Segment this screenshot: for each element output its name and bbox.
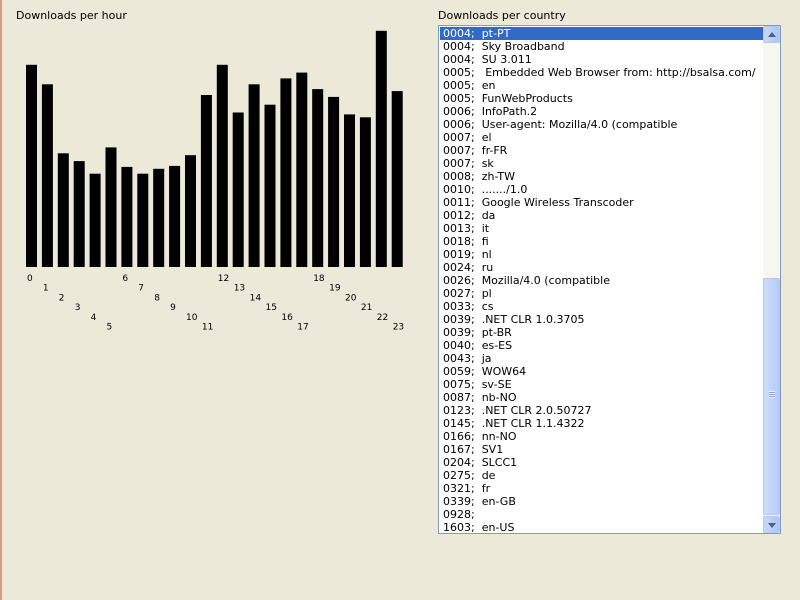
country-list-item[interactable]: 0075; sv-SE xyxy=(440,378,763,391)
bar-hour-21 xyxy=(359,117,371,267)
bar-hour-11 xyxy=(200,95,212,267)
bar-hour-1 xyxy=(41,84,53,267)
country-list-item[interactable]: 1603; en-US xyxy=(440,521,763,533)
bar-hour-13 xyxy=(232,112,244,267)
x-tick-label: 14 xyxy=(250,293,262,303)
bar-hour-14 xyxy=(248,84,260,267)
bar-hour-19 xyxy=(328,96,340,268)
country-list-item[interactable]: 0928; xyxy=(440,508,763,521)
x-tick-label: 1 xyxy=(43,284,49,294)
country-list-item[interactable]: 0004; Sky Broadband xyxy=(440,40,763,53)
country-list-item[interactable]: 0033; cs xyxy=(440,300,763,313)
bar-hour-10 xyxy=(185,155,196,267)
country-list-item[interactable]: 0166; nn-NO xyxy=(440,430,763,443)
x-tick-label: 16 xyxy=(281,313,293,323)
bar-hour-23 xyxy=(391,91,403,267)
x-tick-label: 6 xyxy=(122,274,128,284)
bar-hour-5 xyxy=(105,147,117,267)
x-tick-label: 17 xyxy=(297,323,308,333)
country-list-item[interactable]: 0040; es-ES xyxy=(440,339,763,352)
bar-hour-8 xyxy=(153,168,165,267)
country-list-item[interactable]: 0012; da xyxy=(440,209,763,222)
downloads-per-hour-chart: 01234567891011121314151617181920212223 xyxy=(26,30,404,333)
country-list-item[interactable]: 0275; de xyxy=(440,469,763,482)
country-list-item[interactable]: 0004; pt-PT xyxy=(440,27,763,40)
scrollbar-grip-icon xyxy=(769,391,775,398)
country-list-item[interactable]: 0011; Google Wireless Transcoder xyxy=(440,196,763,209)
country-list-item[interactable]: 0059; WOW64 xyxy=(440,365,763,378)
x-tick-label: 23 xyxy=(393,323,404,333)
vertical-scrollbar[interactable] xyxy=(763,26,780,533)
bar-hour-9 xyxy=(169,165,181,267)
x-tick-label: 8 xyxy=(154,293,160,303)
country-list-item[interactable]: 0123; .NET CLR 2.0.50727 xyxy=(440,404,763,417)
x-tick-label: 15 xyxy=(266,303,277,313)
country-list-item[interactable]: 0005; en xyxy=(440,79,763,92)
downloads-per-country-listbox[interactable]: 0004; pt-PT 0004; Sky Broadband 0004; SU 3… xyxy=(438,25,781,534)
bar-hour-15 xyxy=(264,104,276,267)
x-tick-label: 10 xyxy=(186,313,198,323)
country-list-item[interactable]: 0007; fr-FR xyxy=(440,144,763,157)
country-list-item[interactable]: 0005; Embedded Web Browser from: http://… xyxy=(440,66,763,79)
country-list-item[interactable]: 0339; en-GB xyxy=(440,495,763,508)
country-list-item[interactable]: 0204; SLCC1 xyxy=(440,456,763,469)
x-tick-label: 5 xyxy=(107,323,113,333)
country-list-item[interactable]: 0321; fr xyxy=(440,482,763,495)
country-list-item[interactable]: 0018; fi xyxy=(440,235,763,248)
country-list-item[interactable]: 0024; ru xyxy=(440,261,763,274)
bar-hour-17 xyxy=(296,72,308,267)
country-list-item[interactable]: 0039; pt-BR xyxy=(440,326,763,339)
country-list-item[interactable]: 0043; ja xyxy=(440,352,763,365)
bar-hour-22 xyxy=(375,30,387,267)
x-tick-label: 21 xyxy=(361,303,372,313)
country-list-item[interactable]: 0005; FunWebProducts xyxy=(440,92,763,105)
scroll-up-arrow-icon xyxy=(768,32,776,37)
x-tick-label: 0 xyxy=(27,274,33,284)
scroll-down-arrow-icon xyxy=(768,523,776,528)
bar-hour-0 xyxy=(26,64,37,267)
x-tick-label: 19 xyxy=(329,284,341,294)
x-tick-label: 20 xyxy=(345,293,357,303)
x-tick-label: 18 xyxy=(313,274,325,284)
bar-hour-20 xyxy=(344,114,355,268)
scrollbar-thumb[interactable] xyxy=(763,278,780,515)
x-tick-label: 11 xyxy=(202,323,213,333)
country-list-item[interactable]: 0006; InfoPath.2 xyxy=(440,105,763,118)
country-list-item[interactable]: 0087; nb-NO xyxy=(440,391,763,404)
x-tick-label: 7 xyxy=(138,284,144,294)
country-list-item[interactable]: 0010; ......./1.0 xyxy=(440,183,763,196)
bar-hour-2 xyxy=(57,153,69,267)
country-list-item[interactable]: 0019; nl xyxy=(440,248,763,261)
country-list-item[interactable]: 0007; sk xyxy=(440,157,763,170)
bar-hour-12 xyxy=(216,64,228,267)
x-tick-label: 4 xyxy=(91,313,97,323)
country-list-item[interactable]: 0006; User-agent: Mozilla/4.0 (compatibl… xyxy=(440,118,763,131)
x-tick-label: 13 xyxy=(234,284,245,294)
country-list-item[interactable]: 0007; el xyxy=(440,131,763,144)
x-tick-label: 9 xyxy=(170,303,176,313)
bar-hour-6 xyxy=(121,166,133,267)
country-list-item[interactable]: 0145; .NET CLR 1.1.4322 xyxy=(440,417,763,430)
country-list: 0004; pt-PT 0004; Sky Broadband 0004; SU 3… xyxy=(440,27,763,533)
country-list-item[interactable]: 0026; Mozilla/4.0 (compatible xyxy=(440,274,763,287)
country-list-item[interactable]: 0027; pl xyxy=(440,287,763,300)
downloads-per-country-label: Downloads per country xyxy=(438,9,566,22)
bar-hour-3 xyxy=(73,161,85,267)
x-tick-label: 3 xyxy=(75,303,81,313)
bar-hour-7 xyxy=(137,173,149,267)
scroll-up-button[interactable] xyxy=(763,26,780,43)
country-list-item[interactable]: 0167; SV1 xyxy=(440,443,763,456)
x-tick-label: 2 xyxy=(59,293,65,303)
bar-hour-4 xyxy=(89,173,101,267)
bar-hour-18 xyxy=(312,89,324,267)
country-list-item[interactable]: 0039; .NET CLR 1.0.3705 xyxy=(440,313,763,326)
scroll-down-button[interactable] xyxy=(763,516,780,533)
bar-hour-16 xyxy=(280,78,292,268)
x-tick-label: 12 xyxy=(218,274,229,284)
country-list-item[interactable]: 0004; SU 3.011 xyxy=(440,53,763,66)
country-list-item[interactable]: 0008; zh-TW xyxy=(440,170,763,183)
country-list-item[interactable]: 0013; it xyxy=(440,222,763,235)
x-tick-label: 22 xyxy=(377,313,388,323)
